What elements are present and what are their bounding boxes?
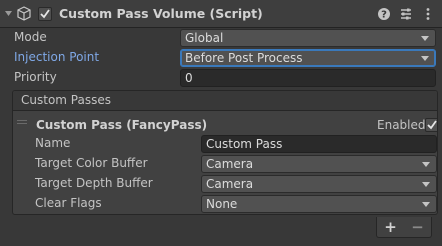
clear-flags-value: None: [206, 197, 238, 211]
enabled-label: Enabled: [377, 118, 426, 132]
help-icon[interactable]: ?: [376, 6, 392, 22]
svg-text:?: ?: [381, 10, 387, 21]
custom-pass-title[interactable]: Custom Pass (FancyPass): [36, 118, 207, 132]
kebab-menu-icon[interactable]: [420, 6, 436, 22]
mode-dropdown[interactable]: Global: [180, 29, 436, 47]
list-footer: + −: [376, 217, 432, 238]
add-pass-button[interactable]: +: [384, 219, 397, 235]
preset-sliders-icon[interactable]: [398, 6, 414, 22]
custom-passes-header: Custom Passes: [13, 91, 437, 111]
drag-handle-icon[interactable]: [17, 120, 27, 126]
target-depth-buffer-dropdown[interactable]: Camera: [201, 175, 437, 193]
chevron-down-icon: [422, 162, 430, 167]
pass-enabled-checkbox[interactable]: [425, 118, 437, 132]
priority-label: Priority: [14, 70, 57, 84]
chevron-down-icon: [421, 36, 429, 41]
component-enabled-checkbox[interactable]: [38, 6, 52, 21]
checkmark-icon: [427, 120, 437, 130]
checkmark-icon: [40, 8, 50, 18]
mode-value: Global: [185, 31, 224, 45]
clear-flags-label: Clear Flags: [35, 196, 102, 210]
injection-point-value: Before Post Process: [185, 51, 303, 65]
injection-point-label: Injection Point: [14, 50, 100, 64]
name-field[interactable]: Custom Pass: [201, 135, 437, 153]
injection-point-dropdown[interactable]: Before Post Process: [180, 49, 436, 67]
target-color-buffer-label: Target Color Buffer: [35, 156, 148, 170]
custom-passes-list: Custom Passes Custom Pass (FancyPass) En…: [12, 90, 438, 215]
chevron-down-icon: [422, 202, 430, 207]
target-color-buffer-value: Camera: [206, 157, 254, 171]
custom-passes-header-label: Custom Passes: [21, 93, 111, 107]
priority-field[interactable]: 0: [180, 69, 436, 87]
remove-pass-button[interactable]: −: [411, 219, 424, 235]
component-header[interactable]: Custom Pass Volume (Script) ?: [0, 0, 442, 28]
injection-point-row: Injection Point Before Post Process: [0, 48, 442, 68]
component-title: Custom Pass Volume (Script): [59, 6, 263, 21]
target-depth-buffer-label: Target Depth Buffer: [35, 176, 153, 190]
priority-row: Priority 0: [0, 68, 442, 88]
chevron-down-icon: [421, 56, 429, 61]
target-color-buffer-dropdown[interactable]: Camera: [201, 155, 437, 173]
chevron-down-icon: [422, 182, 430, 187]
name-label: Name: [35, 136, 71, 150]
foldout-arrow-icon[interactable]: [4, 9, 13, 18]
cube-script-icon: [16, 5, 32, 22]
target-depth-buffer-value: Camera: [206, 177, 254, 191]
name-value: Custom Pass: [206, 137, 283, 151]
clear-flags-dropdown[interactable]: None: [201, 195, 437, 213]
mode-row: Mode Global: [0, 28, 442, 48]
mode-label: Mode: [14, 30, 47, 44]
priority-value: 0: [185, 71, 193, 85]
